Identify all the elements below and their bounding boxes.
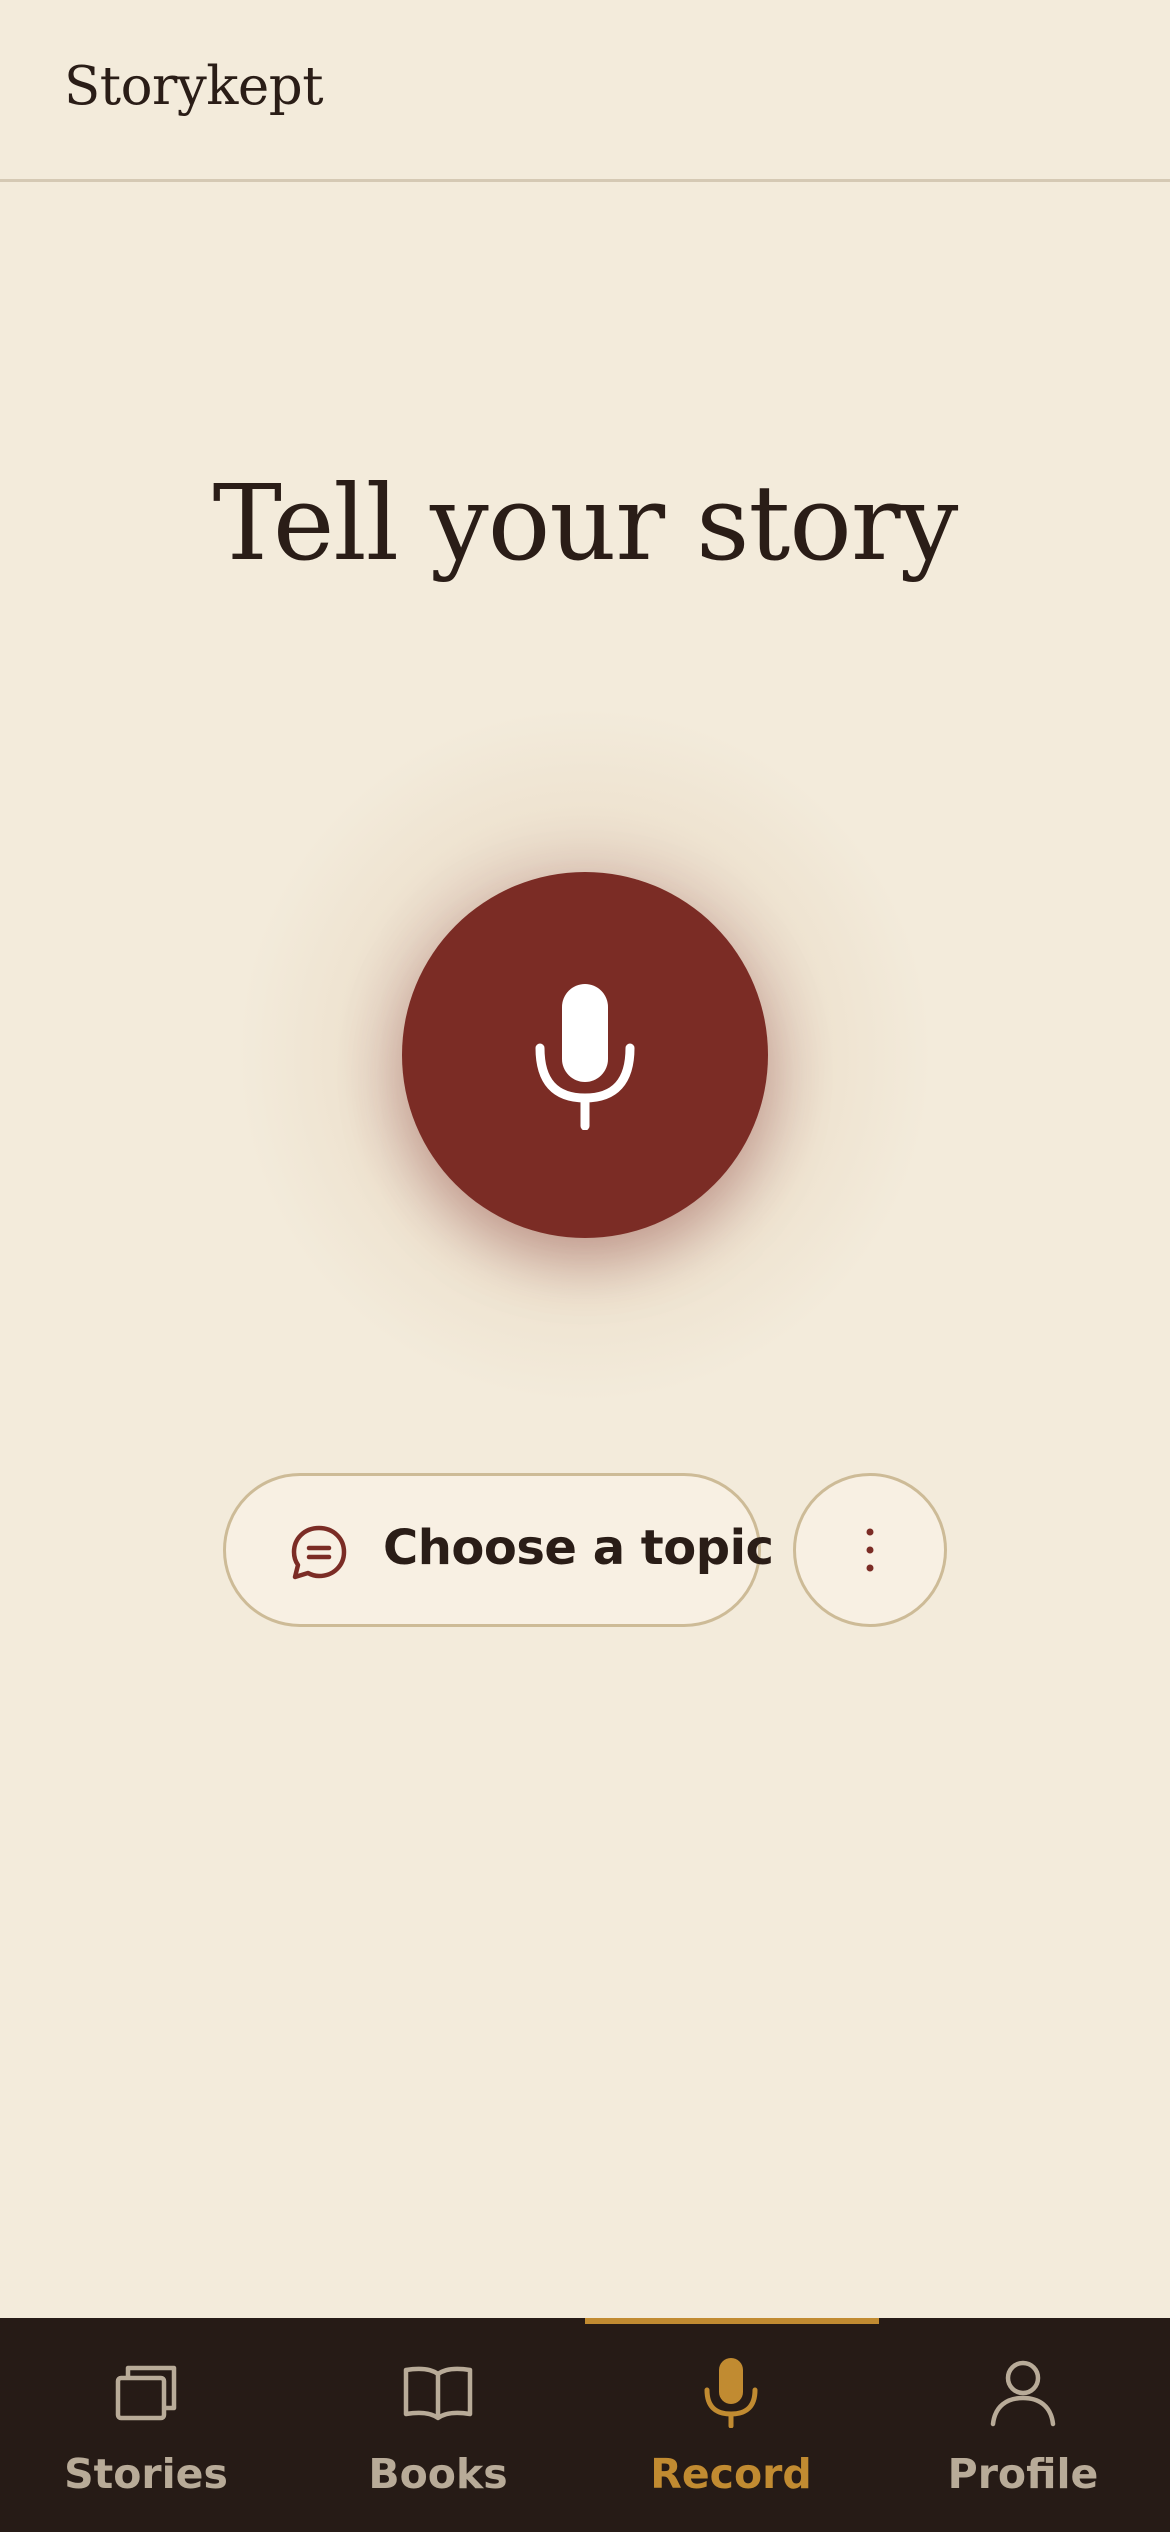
tab-stories[interactable]: Stories: [0, 2318, 292, 2532]
tab-record-label: Record: [650, 2450, 812, 2498]
choose-topic-button[interactable]: Choose a topic: [223, 1473, 774, 1627]
tab-profile[interactable]: Profile: [877, 2318, 1169, 2532]
microphone-icon: [535, 984, 635, 1130]
microphone-icon: [704, 2358, 758, 2428]
tab-record[interactable]: Record: [585, 2318, 877, 2532]
more-vertical-icon: [866, 1528, 874, 1572]
app-header: Storykept: [0, 0, 1170, 182]
tab-books[interactable]: Books: [292, 2318, 584, 2532]
stack-cards-icon: [115, 2365, 177, 2421]
more-options-button[interactable]: [793, 1473, 947, 1627]
app-title: Storykept: [64, 56, 324, 117]
record-button[interactable]: [402, 872, 768, 1238]
person-icon: [990, 2360, 1056, 2427]
tab-books-label: Books: [368, 2450, 508, 2498]
chat-bubble-icon: [291, 1525, 347, 1580]
tab-stories-label: Stories: [64, 2450, 228, 2498]
bottom-tab-bar: Stories Books Record Profile: [0, 2318, 1170, 2532]
choose-topic-label: Choose a topic: [383, 1520, 774, 1576]
page-headline: Tell your story: [212, 462, 959, 584]
tab-profile-label: Profile: [947, 2450, 1099, 2498]
open-book-icon: [403, 2366, 473, 2421]
